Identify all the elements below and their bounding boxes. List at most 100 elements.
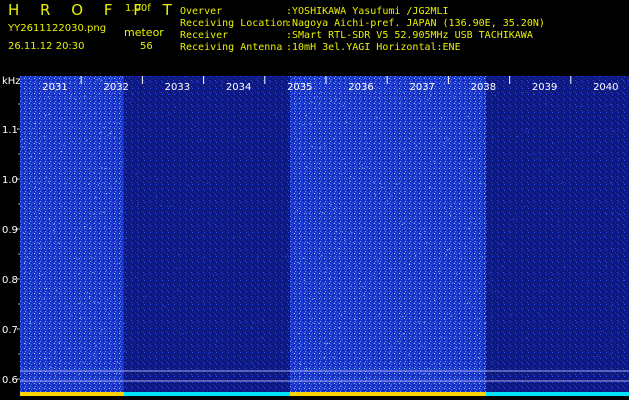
noise-speckle	[448, 249, 450, 251]
noise-speckle	[377, 260, 379, 262]
noise-speckle	[417, 118, 419, 120]
noise-speckle	[492, 137, 494, 139]
noise-speckle	[177, 290, 179, 292]
noise-speckle	[387, 200, 389, 202]
noise-speckle	[97, 79, 99, 81]
time-tick-label: 2038	[471, 82, 496, 93]
noise-speckle	[306, 368, 308, 370]
noise-speckle	[552, 143, 554, 145]
noise-speckle	[38, 274, 40, 276]
noise-speckle	[558, 235, 560, 237]
noise-speckle	[485, 184, 486, 186]
noise-speckle	[427, 99, 429, 101]
noise-speckle	[467, 115, 469, 117]
noise-speckle	[452, 282, 453, 284]
noise-speckle	[75, 214, 77, 216]
noise-speckle	[488, 281, 490, 283]
noise-speckle	[426, 242, 428, 244]
noise-speckle	[446, 211, 448, 213]
noise-speckle	[323, 357, 325, 358]
noise-speckle	[472, 239, 474, 241]
noise-speckle	[329, 121, 331, 123]
noise-speckle	[86, 224, 88, 226]
noise-speckle	[610, 182, 612, 184]
noise-speckle	[344, 239, 346, 241]
noise-speckle	[83, 226, 85, 228]
noise-speckle	[522, 91, 524, 93]
noise-speckle	[111, 131, 112, 133]
noise-speckle	[105, 309, 107, 310]
noise-speckle	[480, 182, 482, 184]
noise-speckle	[415, 145, 417, 147]
noise-speckle	[528, 132, 529, 134]
noise-speckle	[110, 201, 112, 203]
noise-speckle	[160, 204, 162, 206]
app-version: 1.00f	[125, 3, 151, 14]
noise-speckle	[76, 229, 78, 231]
noise-speckle	[207, 96, 209, 98]
noise-speckle	[373, 181, 375, 183]
noise-speckle	[439, 364, 441, 365]
noise-speckle	[470, 222, 472, 224]
noise-speckle	[337, 315, 339, 317]
noise-speckle	[363, 294, 365, 296]
noise-speckle	[303, 153, 305, 155]
antenna-value: :10mH 3el.YAGI Horizontal:ENE	[286, 42, 461, 53]
noise-speckle	[22, 146, 24, 148]
noise-speckle	[415, 103, 417, 105]
noise-speckle	[470, 158, 472, 160]
noise-speckle	[422, 302, 424, 304]
noise-speckle	[256, 78, 258, 80]
noise-speckle	[402, 315, 404, 317]
time-tick-label: 2033	[165, 82, 190, 93]
time-tick-label: 2034	[226, 82, 251, 93]
noise-speckle	[99, 123, 101, 125]
noise-speckle	[334, 238, 336, 240]
noise-speckle	[336, 231, 337, 233]
noise-speckle	[84, 95, 86, 97]
noise-speckle	[57, 242, 59, 244]
noise-speckle	[323, 272, 325, 274]
noise-speckle	[114, 295, 116, 297]
noise-speckle	[338, 327, 340, 328]
noise-speckle	[137, 203, 139, 205]
noise-speckle	[50, 165, 52, 167]
noise-speckle	[611, 305, 613, 307]
noise-speckle	[378, 97, 380, 99]
noise-speckle	[485, 223, 487, 225]
noise-speckle	[110, 187, 112, 189]
noise-speckle	[94, 312, 96, 314]
noise-speckle	[323, 366, 325, 367]
noise-speckle	[101, 329, 103, 331]
noise-speckle	[431, 187, 433, 189]
noise-speckle	[89, 213, 91, 215]
noise-speckle	[91, 257, 93, 259]
noise-speckle	[318, 249, 320, 251]
noise-speckle	[613, 131, 615, 133]
noise-speckle	[466, 303, 468, 304]
noise-speckle	[337, 297, 339, 299]
noise-speckle	[88, 177, 90, 179]
noise-speckle	[161, 305, 163, 307]
noise-speckle	[324, 253, 326, 255]
noise-speckle	[127, 97, 129, 99]
noise-speckle	[53, 230, 54, 232]
noise-speckle	[443, 142, 445, 144]
noise-speckle	[495, 290, 497, 292]
noise-speckle	[24, 205, 26, 207]
noise-speckle	[297, 333, 299, 335]
noise-speckle	[25, 249, 27, 251]
noise-speckle	[306, 166, 308, 168]
noise-speckle	[299, 375, 301, 377]
noise-speckle	[116, 263, 118, 265]
noise-speckle	[338, 255, 340, 257]
noise-speckle	[53, 224, 55, 226]
noise-speckle	[70, 97, 72, 99]
noise-speckle	[33, 376, 35, 378]
noise-speckle	[476, 334, 478, 336]
noise-speckle	[623, 280, 625, 282]
noise-speckle	[379, 183, 381, 184]
noise-speckle	[341, 339, 343, 341]
bright-noise-segment	[20, 76, 124, 396]
noise-speckle	[78, 273, 80, 275]
